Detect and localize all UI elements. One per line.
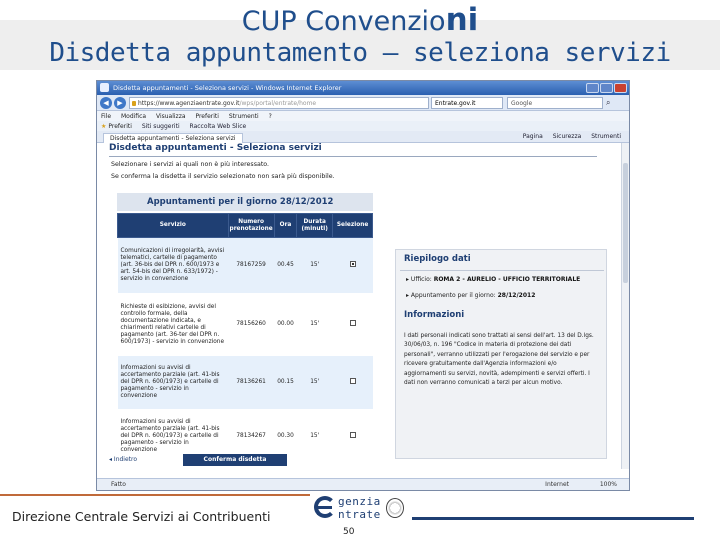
- cell-numero: 78136261: [228, 355, 275, 410]
- appointments-heading: Appuntamenti per il giorno 28/12/2012: [117, 193, 373, 211]
- command-bar: Pagina Sicurezza Strumenti: [515, 133, 621, 140]
- browser-window: Disdetta appuntamenti - Seleziona serviz…: [96, 80, 630, 491]
- cell-ora: 00.45: [274, 237, 297, 294]
- site-identity[interactable]: Entrate.gov.it: [431, 97, 503, 109]
- select-checkbox[interactable]: [349, 320, 356, 326]
- minimize-button[interactable]: [586, 83, 599, 93]
- menu-help[interactable]: ?: [269, 113, 272, 120]
- menu-strumenti[interactable]: Strumenti: [229, 113, 259, 120]
- table-row: Comunicazioni di irregolarità, avvisi te…: [117, 237, 373, 294]
- status-text: Fatto: [111, 481, 126, 488]
- summary-divider: [400, 270, 604, 271]
- favorites-button[interactable]: Preferiti: [108, 123, 132, 130]
- summary-title: Riepilogo dati: [404, 254, 471, 264]
- col-servizio: Servizio: [117, 213, 229, 238]
- back-arrow-icon[interactable]: ◀: [100, 97, 112, 109]
- lock-icon: [132, 101, 136, 106]
- menu-visualizza[interactable]: Visualizza: [156, 113, 186, 120]
- cell-selezione: [332, 409, 373, 464]
- summary-panel: Riepilogo dati ▸ Ufficio: ROMA 2 - AUREL…: [395, 249, 607, 459]
- ie-icon: [100, 83, 109, 92]
- confirm-cancellation-button[interactable]: Conferma disdetta: [183, 454, 287, 466]
- maximize-button[interactable]: [600, 83, 613, 93]
- cell-numero: 78167259: [228, 237, 275, 294]
- footer-divider-right: [412, 517, 694, 520]
- col-numero: Numero prenotazione: [227, 213, 275, 238]
- cell-selezione: [332, 355, 373, 410]
- summary-office: ▸ Ufficio: ROMA 2 - AURELIO - UFFICIO TE…: [406, 276, 581, 283]
- footer-text: Direzione Centrale Servizi ai Contribuen…: [12, 509, 271, 524]
- instruction-select: Selezionare i servizi ai quali non è più…: [111, 161, 270, 168]
- window-controls: [585, 83, 627, 93]
- browser-titlebar: Disdetta appuntamenti - Seleziona serviz…: [97, 81, 629, 95]
- page-title: Disdetta appuntamenti - Seleziona serviz…: [109, 143, 322, 153]
- slide-header: CUP Convenzioni Disdetta appuntamento – …: [0, 0, 720, 72]
- info-title: Informazioni: [404, 310, 465, 320]
- vertical-scrollbar[interactable]: [621, 143, 629, 469]
- tab-disdetta[interactable]: Disdetta appuntamenti - Seleziona serviz…: [103, 133, 243, 143]
- table-header-row: Servizio Numero prenotazione Ora Durata …: [117, 213, 373, 238]
- menu-file[interactable]: File: [101, 113, 111, 120]
- col-durata: Durata (minuti): [296, 213, 334, 238]
- cell-servizio: Richieste di esibizione, avvisi del cont…: [117, 293, 229, 356]
- appointments-table: Servizio Numero prenotazione Ora Durata …: [117, 213, 373, 464]
- cell-ora: 00.00: [274, 293, 297, 356]
- form-actions: ◂ Indietro Conferma disdetta: [109, 454, 309, 466]
- select-checkbox[interactable]: [349, 378, 356, 384]
- col-ora: Ora: [273, 213, 298, 238]
- logo-e-bar: [316, 506, 332, 509]
- logo-text-entrate: ntrate: [338, 508, 381, 521]
- tool-strumenti[interactable]: Strumenti: [591, 133, 621, 140]
- cell-durata: 15': [296, 237, 333, 294]
- title-divider: [109, 156, 597, 157]
- cell-selezione: [332, 293, 373, 356]
- menu-bar: File Modifica Visualizza Preferiti Strum…: [97, 111, 629, 121]
- col-selezione: Selezione: [332, 213, 373, 238]
- cell-durata: 15': [296, 293, 333, 356]
- zoom-level[interactable]: 100%: [600, 481, 617, 488]
- favorites-item-web-slice[interactable]: Raccolta Web Slice: [190, 123, 247, 130]
- agenzia-entrate-logo: genzia ntrate: [312, 494, 412, 524]
- back-link[interactable]: ◂ Indietro: [109, 456, 137, 463]
- window-title: Disdetta appuntamenti - Seleziona serviz…: [113, 84, 342, 92]
- page-number: 50: [343, 527, 355, 537]
- summary-date: ▸ Appuntamento per il giorno: 28/12/2012: [406, 292, 536, 299]
- close-button[interactable]: [614, 83, 627, 93]
- instruction-confirm: Se conferma la disdetta il servizio sele…: [111, 173, 335, 180]
- menu-preferiti[interactable]: Preferiti: [195, 113, 219, 120]
- cell-numero: 78156260: [228, 293, 275, 356]
- status-bar: Fatto Internet 100%: [97, 478, 629, 490]
- cell-servizio: Informazioni su avvisi di accertamento p…: [117, 355, 229, 410]
- table-row: Informazioni su avvisi di accertamento p…: [117, 355, 373, 410]
- select-checkbox[interactable]: [349, 432, 356, 438]
- page-content: Disdetta appuntamenti - Seleziona serviz…: [97, 143, 623, 469]
- tab-bar: Disdetta appuntamenti - Seleziona serviz…: [97, 131, 629, 143]
- address-bar: ◀ ▶ https://www.agenziaentrate.gov.it/wp…: [97, 95, 629, 111]
- scrollbar-thumb[interactable]: [623, 163, 628, 283]
- favorites-bar: ★ Preferiti Siti suggeriti Raccolta Web S…: [97, 121, 629, 131]
- cell-ora: 00.15: [274, 355, 297, 410]
- security-zone: Internet: [545, 481, 569, 488]
- slide-title: CUP Convenzioni: [241, 2, 479, 38]
- search-icon[interactable]: ⌕: [606, 98, 610, 107]
- cell-selezione: [332, 237, 373, 294]
- tool-sicurezza[interactable]: Sicurezza: [553, 133, 582, 140]
- tool-pagina[interactable]: Pagina: [523, 133, 543, 140]
- cell-durata: 15': [296, 355, 333, 410]
- url-input[interactable]: https://www.agenziaentrate.gov.it/wps/po…: [129, 97, 429, 109]
- republic-emblem-icon: [386, 498, 404, 518]
- forward-arrow-icon[interactable]: ▶: [114, 97, 126, 109]
- menu-modifica[interactable]: Modifica: [121, 113, 146, 120]
- cell-servizio: Comunicazioni di irregolarità, avvisi te…: [117, 237, 229, 294]
- info-text: I dati personali indicati sono trattati …: [404, 333, 594, 387]
- select-checkbox[interactable]: [349, 261, 356, 267]
- table-row: Richieste di esibizione, avvisi del cont…: [117, 293, 373, 356]
- star-icon[interactable]: ★: [101, 123, 106, 130]
- logo-text-agenzia: genzia: [338, 495, 381, 508]
- search-input[interactable]: Google: [507, 97, 603, 109]
- footer-divider-left: [0, 494, 310, 496]
- favorites-item-siti-suggeriti[interactable]: Siti suggeriti: [142, 123, 180, 130]
- slide-subtitle: Disdetta appuntamento – seleziona serviz…: [49, 38, 671, 68]
